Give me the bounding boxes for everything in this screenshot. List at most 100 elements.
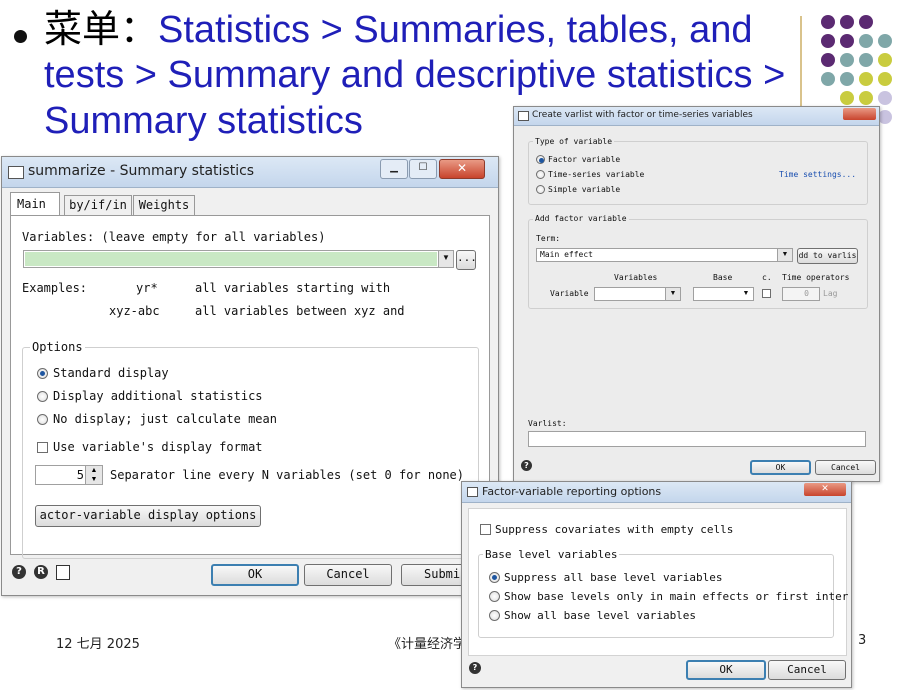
slide-title-path-1: Statistics > Summaries, tables, and <box>158 9 753 51</box>
summarize-dialog: summarize - Summary statistics ▁ ☐ ✕ Mai… <box>1 156 499 596</box>
factor-reporting-dialog: Factor-variable reporting options ✕ Supp… <box>461 481 852 688</box>
varlist-title: Create varlist with factor or time-serie… <box>532 110 753 120</box>
slide-title-line-2: tests > Summary and descriptive statisti… <box>44 54 786 96</box>
column-base: Base <box>713 273 733 282</box>
tab-weights[interactable]: Weights <box>133 195 195 215</box>
summarize-title: summarize - Summary statistics <box>28 163 255 179</box>
lag-spinner[interactable]: 0 <box>782 287 820 301</box>
options-label: Options <box>30 340 85 354</box>
window-icon <box>8 166 24 179</box>
radio-standard-label: Standard display <box>53 366 169 380</box>
radio-timeseries-label: Time-series variable <box>548 170 645 179</box>
checkbox-suppress-label: Suppress covariates with empty cells <box>495 523 734 536</box>
radio-show-main[interactable] <box>489 591 500 602</box>
base-level-label: Base level variables <box>483 548 620 561</box>
variable-row-label: Variable <box>550 289 589 298</box>
example-pattern-1: yr* <box>136 281 158 295</box>
column-variables: Variables <box>614 273 658 282</box>
radio-timeseries-variable[interactable] <box>536 170 545 179</box>
term-value: Main effect <box>540 250 593 259</box>
base-select[interactable]: ▼ <box>693 287 754 301</box>
tab-main[interactable]: Main <box>10 192 60 216</box>
slide-title-prefix: 菜单： <box>44 7 159 51</box>
footer-date: 12 七月 2025 <box>56 637 140 652</box>
radio-factor-label: Factor variable <box>548 155 621 164</box>
radio-show-main-label: Show base levels only in main effects or… <box>504 590 849 603</box>
reset-icon[interactable]: R <box>34 565 48 579</box>
add-to-varlist-button[interactable]: dd to varlis <box>797 248 858 264</box>
window-icon <box>467 487 478 497</box>
variables-input[interactable]: ▼ <box>23 250 454 268</box>
chevron-down-icon[interactable]: ▼ <box>438 251 453 267</box>
slide-title-line-3: Summary statistics <box>44 100 363 142</box>
time-settings-link[interactable]: Time settings... <box>779 170 856 179</box>
help-icon[interactable]: ? <box>521 460 532 471</box>
radio-suppress-base[interactable] <box>489 572 500 583</box>
browse-button[interactable]: ... <box>456 250 477 270</box>
lag-label: Lag <box>823 289 838 298</box>
close-button[interactable]: ✕ <box>439 159 485 179</box>
radio-show-all[interactable] <box>489 610 500 621</box>
help-icon[interactable]: ? <box>12 565 26 579</box>
radio-nodisplay-label: No display; just calculate mean <box>53 412 277 426</box>
examples-label: Examples: <box>22 281 88 295</box>
type-label: Type of variable <box>533 137 615 146</box>
radio-factor-variable[interactable] <box>536 155 545 164</box>
factor-titlebar: Factor-variable reporting options ✕ <box>462 482 851 503</box>
radio-simple-variable[interactable] <box>536 185 545 194</box>
bullet-point <box>14 30 27 43</box>
decor-vertical-line <box>800 16 802 114</box>
checkbox-suppress-empty[interactable] <box>480 524 491 535</box>
varlist-ok-button[interactable]: OK <box>750 460 811 475</box>
term-select[interactable]: Main effect ▼ <box>536 248 793 262</box>
slide-title-line-1: 菜单：Statistics > Summaries, tables, and <box>44 6 753 53</box>
help-icon[interactable]: ? <box>469 662 481 674</box>
factor-ok-button[interactable]: OK <box>686 660 766 680</box>
radio-additional-label: Display additional statistics <box>53 389 263 403</box>
column-c: c. <box>762 273 772 282</box>
factor-cancel-button[interactable]: Cancel <box>768 660 846 680</box>
checkbox-display-format[interactable] <box>37 442 48 453</box>
spinner-down-icon[interactable]: ▼ <box>85 475 102 484</box>
minimize-button[interactable]: ▁ <box>380 159 408 179</box>
radio-suppress-base-label: Suppress all base level variables <box>504 571 723 584</box>
separator-label: Separator line every N variables (set 0 … <box>110 468 465 482</box>
example-pattern-2: xyz-abc <box>109 304 160 318</box>
cancel-button[interactable]: Cancel <box>304 564 392 586</box>
footer-course: 《计量经济学 <box>388 637 467 652</box>
page-number: 3 <box>858 633 867 648</box>
window-icon <box>518 111 529 121</box>
varlist-label: Varlist: <box>528 419 567 428</box>
summarize-titlebar: summarize - Summary statistics ▁ ☐ ✕ <box>2 157 498 188</box>
varlist-dialog: Create varlist with factor or time-serie… <box>513 106 880 482</box>
factor-title: Factor-variable reporting options <box>482 485 662 498</box>
radio-show-all-label: Show all base level variables <box>504 609 697 622</box>
varlist-cancel-button[interactable]: Cancel <box>815 460 876 475</box>
variables-input-fill <box>25 252 437 266</box>
tab-by-if-in[interactable]: by/if/in <box>64 195 132 215</box>
maximize-button[interactable]: ☐ <box>409 159 437 179</box>
varlist-close-button[interactable] <box>843 108 876 120</box>
copy-icon[interactable] <box>56 565 70 580</box>
variables-label: Variables: (leave empty for all variable… <box>22 230 326 244</box>
checkbox-format-label: Use variable's display format <box>53 440 263 454</box>
radio-simple-label: Simple variable <box>548 185 621 194</box>
add-factor-label: Add factor variable <box>533 214 629 223</box>
checkbox-continuous[interactable] <box>762 289 771 298</box>
radio-additional-stats[interactable] <box>37 391 48 402</box>
varlist-field[interactable] <box>528 431 866 447</box>
radio-standard-display[interactable] <box>37 368 48 379</box>
factor-variable-options-button[interactable]: actor-variable display options <box>35 505 261 527</box>
separator-spinner[interactable]: 5 ▲ ▼ <box>35 465 103 485</box>
varlist-titlebar: Create varlist with factor or time-serie… <box>514 107 879 126</box>
chevron-down-icon[interactable]: ▼ <box>777 249 792 261</box>
radio-no-display[interactable] <box>37 414 48 425</box>
chevron-down-icon[interactable]: ▼ <box>665 288 680 300</box>
lag-value: 0 <box>804 289 809 298</box>
variable-select[interactable]: ▼ <box>594 287 681 301</box>
ok-button[interactable]: OK <box>211 564 299 586</box>
example-desc-1: all variables starting with <box>195 281 391 295</box>
chevron-down-icon[interactable]: ▼ <box>739 288 753 300</box>
example-desc-2: all variables between xyz and <box>195 304 405 318</box>
factor-close-button[interactable]: ✕ <box>804 483 846 496</box>
